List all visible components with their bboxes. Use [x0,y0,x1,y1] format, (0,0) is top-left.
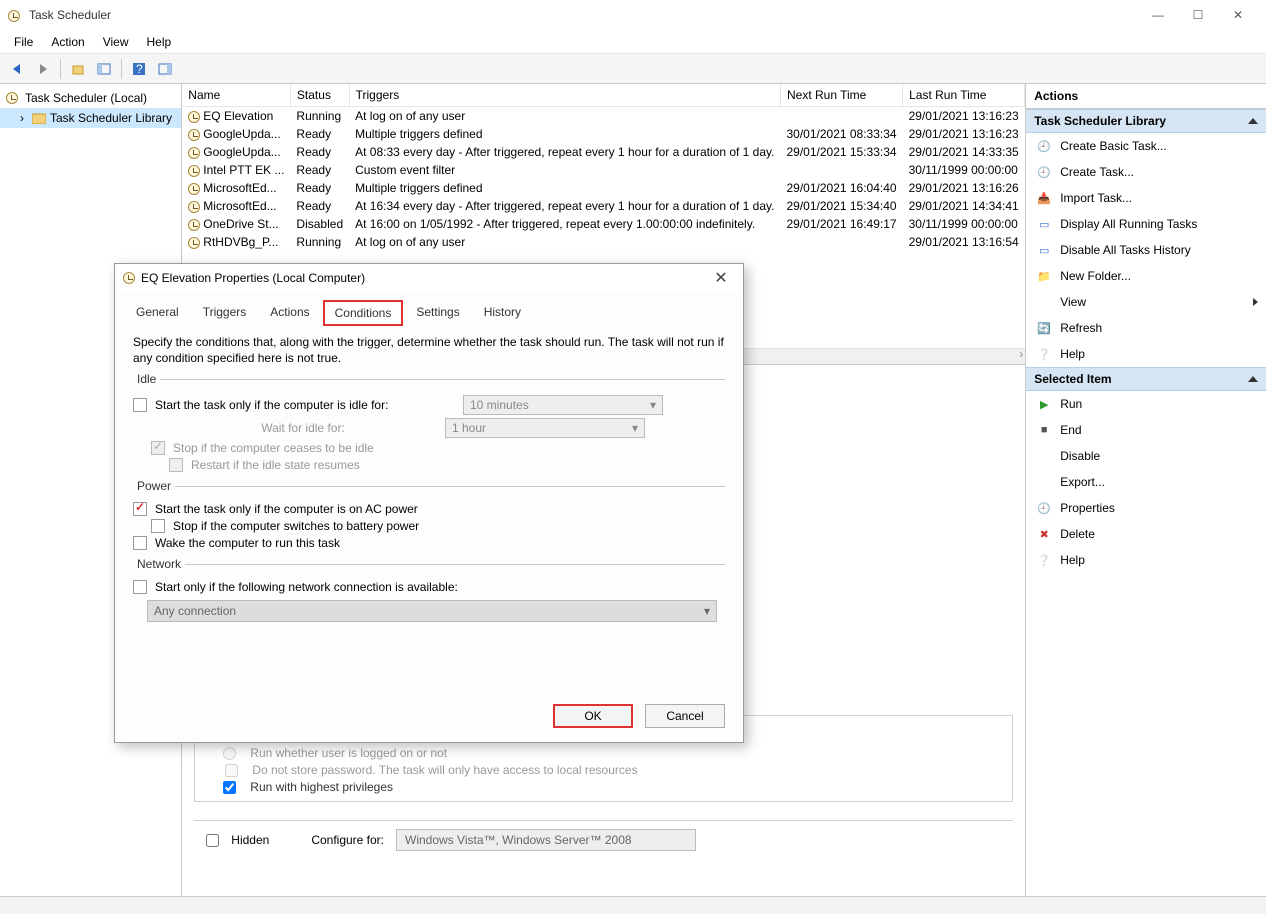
window-title: Task Scheduler [29,8,1138,22]
menu-file[interactable]: File [6,32,41,52]
action-display-all-running-tasks[interactable]: ▭Display All Running Tasks [1026,211,1266,237]
radio-logged-on-or-not[interactable]: Run whether user is logged on or not [223,746,1000,760]
maximize-button[interactable]: ☐ [1178,1,1218,29]
panel-icon[interactable] [154,58,176,80]
configure-combo[interactable]: Windows Vista™, Windows Server™ 2008 [396,829,696,851]
selitem-properties[interactable]: 🕘Properties [1026,495,1266,521]
svg-text:?: ? [136,62,143,76]
tree-library-label: Task Scheduler Library [50,111,172,125]
table-row[interactable]: GoogleUpda...ReadyAt 08:33 every day - A… [182,143,1024,161]
minimize-button[interactable]: — [1138,1,1178,29]
chk-battery-stop[interactable] [151,519,165,533]
network-select[interactable]: Any connection▾ [147,600,717,622]
up-button[interactable] [67,58,89,80]
chk-idle-restart [169,458,183,472]
chk-wake[interactable] [133,536,147,550]
action-help[interactable]: ❔Help [1026,341,1266,367]
actions-header: Actions [1026,84,1266,109]
tab-actions[interactable]: Actions [259,300,320,326]
back-button[interactable] [6,58,28,80]
forward-button[interactable] [32,58,54,80]
status-bar [0,896,1266,914]
actions-lib-section: Task Scheduler Library [1026,109,1266,133]
table-row[interactable]: EQ ElevationRunningAt log on of any user… [182,107,1024,126]
cancel-button[interactable]: Cancel [645,704,725,728]
close-button[interactable]: ✕ [1218,1,1258,29]
selitem-delete[interactable]: ✖Delete [1026,521,1266,547]
configure-label: Configure for: [311,833,384,847]
tab-history[interactable]: History [473,300,532,326]
selitem-end[interactable]: ■End [1026,417,1266,443]
chk-idle-start[interactable] [133,398,147,412]
tree-library[interactable]: › Task Scheduler Library [0,108,181,128]
network-legend: Network [133,557,185,571]
dialog-close-button[interactable]: ✕ [707,268,735,288]
menu-action[interactable]: Action [43,32,92,52]
chk-network[interactable] [133,580,147,594]
collapse-icon[interactable] [1248,118,1258,124]
action-refresh[interactable]: 🔄Refresh [1026,315,1266,341]
power-legend: Power [133,479,175,493]
tab-settings[interactable]: Settings [405,300,470,326]
action-import-task-[interactable]: 📥Import Task... [1026,185,1266,211]
selitem-disable[interactable]: Disable [1026,443,1266,469]
actions-pane: Actions Task Scheduler Library 🕘Create B… [1026,84,1266,896]
selitem-help[interactable]: ❔Help [1026,547,1266,573]
action-create-task-[interactable]: 🕘Create Task... [1026,159,1266,185]
tab-triggers[interactable]: Triggers [192,300,258,326]
action-new-folder-[interactable]: 📁New Folder... [1026,263,1266,289]
menu-view[interactable]: View [95,32,137,52]
toolbar: ? [0,54,1266,84]
menu-help[interactable]: Help [139,32,180,52]
col-triggers[interactable]: Triggers [349,84,780,107]
chk-idle-stop [151,441,165,455]
chk-hidden[interactable] [206,834,219,847]
table-row[interactable]: GoogleUpda...ReadyMultiple triggers defi… [182,125,1024,143]
col-last[interactable]: Last Run Time [903,84,1025,107]
table-row[interactable]: RtHDVBg_P...RunningAt log on of any user… [182,233,1024,251]
col-next[interactable]: Next Run Time [780,84,902,107]
table-row[interactable]: MicrosoftEd...ReadyMultiple triggers def… [182,179,1024,197]
action-disable-all-tasks-history[interactable]: ▭Disable All Tasks History [1026,237,1266,263]
table-row[interactable]: Intel PTT EK ...ReadyCustom event filter… [182,161,1024,179]
show-pane-button[interactable] [93,58,115,80]
tree-root-label: Task Scheduler (Local) [25,91,147,105]
chk-ac-power[interactable] [133,502,147,516]
menu-bar: File Action View Help [0,30,1266,54]
chk-highest-priv[interactable]: Run with highest privileges [223,780,1000,794]
folder-icon [32,112,46,124]
collapse-icon[interactable] [1248,376,1258,382]
clock-icon [123,272,135,284]
tab-general[interactable]: General [125,300,190,326]
idle-wait-select[interactable]: 1 hour▾ [445,418,645,438]
hidden-label: Hidden [231,833,269,847]
tree-root[interactable]: Task Scheduler (Local) [0,88,181,108]
ok-button[interactable]: OK [553,704,633,728]
properties-dialog: EQ Elevation Properties (Local Computer)… [114,263,744,743]
help-icon[interactable]: ? [128,58,150,80]
table-row[interactable]: MicrosoftEd...ReadyAt 16:34 every day - … [182,197,1024,215]
title-bar: Task Scheduler — ☐ ✕ [0,0,1266,30]
col-name[interactable]: Name [182,84,290,107]
conditions-description: Specify the conditions that, along with … [133,334,725,366]
tab-conditions[interactable]: Conditions [323,300,404,326]
idle-legend: Idle [133,372,160,386]
app-icon [8,8,23,22]
dialog-title: EQ Elevation Properties (Local Computer) [141,271,707,285]
action-create-basic-task-[interactable]: 🕘Create Basic Task... [1026,133,1266,159]
selitem-run[interactable]: ▶Run [1026,391,1266,417]
col-status[interactable]: Status [290,84,349,107]
selitem-export-[interactable]: Export... [1026,469,1266,495]
table-row[interactable]: OneDrive St...DisabledAt 16:00 on 1/05/1… [182,215,1024,233]
clock-icon [6,92,18,104]
action-view[interactable]: View [1026,289,1266,315]
chk-no-store: Do not store password. The task will onl… [225,763,1000,777]
dialog-tabs: General Triggers Actions Conditions Sett… [115,292,743,326]
idle-minutes-select[interactable]: 10 minutes▾ [463,395,663,415]
expand-icon[interactable]: › [16,111,28,125]
actions-selected-section: Selected Item [1026,367,1266,391]
